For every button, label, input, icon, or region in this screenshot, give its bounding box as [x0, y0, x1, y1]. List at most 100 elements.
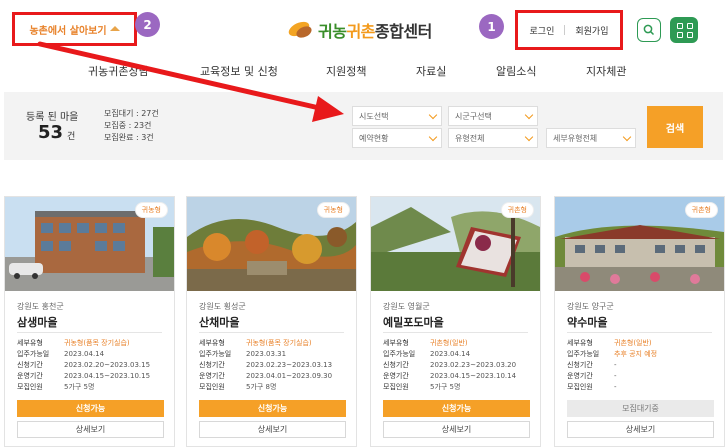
chevron-down-icon	[428, 110, 438, 120]
grid-icon	[677, 23, 683, 29]
logo-text-part3: 종합센터	[374, 22, 432, 41]
registered-unit: 건	[67, 132, 76, 142]
all-menu-button[interactable]	[670, 17, 698, 43]
chevron-down-icon	[622, 132, 632, 142]
nav-item-policy[interactable]: 지원정책	[326, 63, 366, 79]
house-icon	[109, 25, 120, 31]
detail-button[interactable]: 상세보기	[383, 421, 530, 438]
info-key: 세부유형	[199, 339, 225, 347]
village-name[interactable]: 예밀포도마을	[383, 314, 444, 330]
village-region: 강원도 횡성군	[199, 302, 246, 311]
nav-item-consult[interactable]: 귀농귀촌상담	[88, 63, 149, 79]
village-photo[interactable]: 귀촌형	[371, 197, 540, 291]
page: 농촌 에서 살아보기 귀농귀촌종합센터 로그인 회원가입 1 2 귀농귀촌상담 …	[0, 0, 727, 447]
info-value: 5가구 5명	[430, 383, 461, 391]
info-row: 신청기간 -	[567, 360, 717, 371]
recruit-waiting-button[interactable]: 모집대기중	[567, 400, 714, 417]
rural-living-promo-link[interactable]: 농촌 에서 살아보기	[12, 12, 137, 46]
province-select-value: 시도선택	[359, 111, 389, 121]
info-key: 모집인원	[199, 383, 225, 391]
village-photo[interactable]: 귀촌형	[555, 197, 724, 291]
annotation-badge-1: 1	[479, 14, 504, 39]
info-value: -	[614, 361, 617, 369]
nav-item-news[interactable]: 알림소식	[496, 63, 536, 79]
village-card: 귀농형 강원도 횡성군 산채마을 세부유형 귀농형(품목 장기실습) 입주가능일 2…	[186, 196, 357, 447]
info-value: 2023.04.15~2023.10.15	[64, 372, 151, 380]
city-select-value: 시군구선택	[455, 111, 492, 121]
info-row: 세부유형 귀촌형(일반)	[567, 338, 717, 349]
card-divider	[17, 332, 162, 333]
detail-button[interactable]: 상세보기	[199, 421, 346, 438]
detail-button[interactable]: 상세보기	[567, 421, 714, 438]
subtype-select[interactable]: 세부유형전체	[546, 128, 636, 148]
nav-item-education[interactable]: 교육정보 및 신청	[200, 63, 278, 79]
site-logo[interactable]: 귀농귀촌종합센터	[286, 18, 432, 42]
header-search-button[interactable]	[637, 18, 661, 42]
card-divider	[383, 332, 528, 333]
info-row: 모집인원 5가구 5명	[383, 382, 533, 393]
chevron-down-icon	[524, 132, 534, 142]
recruit-stats: 모집대기 : 27건 모집중 : 23건 모집완료 : 3건	[104, 108, 159, 144]
province-select[interactable]: 시도선택	[352, 106, 442, 126]
info-row: 신청기간 2023.02.23~2023.03.20	[383, 360, 533, 371]
info-row: 운영기간 2023.04.01~2023.09.30	[199, 371, 349, 382]
search-filter-panel: 등록 된 마을 53 건 모집대기 : 27건 모집중 : 23건 모집완료 :…	[4, 92, 723, 160]
info-value: 2023.04.14	[64, 350, 105, 358]
info-value: 귀농형(품목 장기실습)	[246, 339, 312, 347]
info-key: 운영기간	[199, 372, 225, 380]
info-key: 세부유형	[567, 339, 593, 347]
info-value: 귀촌형(일반)	[430, 339, 468, 347]
info-value: 5가구 8명	[246, 383, 277, 391]
chevron-down-icon	[428, 132, 438, 142]
info-key: 입주가능일	[199, 350, 232, 358]
info-row: 모집인원 5가구 5명	[17, 382, 167, 393]
info-key: 신청기간	[199, 361, 225, 369]
info-row: 모집인원 -	[567, 382, 717, 393]
info-value: 2023.02.23~2023.03.20	[430, 361, 517, 369]
info-key: 세부유형	[383, 339, 409, 347]
village-photo[interactable]: 귀농형	[187, 197, 356, 291]
logo-text: 귀농귀촌종합센터	[318, 18, 432, 42]
reservation-status-select[interactable]: 예약현황	[352, 128, 442, 148]
subtype-select-value: 세부유형전체	[553, 133, 598, 143]
search-submit-button[interactable]: 검색	[647, 106, 703, 148]
info-row: 신청기간 2023.02.23~2023.03.13	[199, 360, 349, 371]
auth-links: 로그인 회원가입	[515, 10, 623, 50]
info-value: 2023.02.20~2023.03.15	[64, 361, 151, 369]
login-link[interactable]: 로그인	[530, 24, 555, 37]
info-value: 2023.04.15~2023.10.14	[430, 372, 517, 380]
annotation-badge-2: 2	[135, 12, 160, 37]
info-key: 입주가능일	[567, 350, 600, 358]
info-value: 5가구 5명	[64, 383, 95, 391]
logo-leaf-icon	[286, 18, 314, 41]
info-row: 세부유형 귀촌형(일반)	[383, 338, 533, 349]
signup-link[interactable]: 회원가입	[575, 24, 608, 37]
auth-divider	[564, 25, 566, 35]
apply-button[interactable]: 신청가능	[199, 400, 346, 417]
info-value: 추후 공지 예정	[614, 350, 658, 358]
village-name[interactable]: 산채마을	[199, 314, 239, 330]
village-name[interactable]: 삼생마을	[17, 314, 57, 330]
nav-item-local-gov[interactable]: 지자체관	[586, 63, 626, 79]
info-row: 입주가능일 추후 공지 예정	[567, 349, 717, 360]
info-key: 신청기간	[567, 361, 593, 369]
village-region: 강원도 영월군	[383, 302, 430, 311]
main-nav: 귀농귀촌상담 교육정보 및 신청 지원정책 자료실 알림소식 지자체관	[0, 57, 727, 83]
logo-text-part2: 귀촌	[346, 22, 375, 41]
nav-item-archive[interactable]: 자료실	[416, 63, 446, 79]
detail-button[interactable]: 상세보기	[17, 421, 164, 438]
village-info: 세부유형 귀농형(품목 장기실습) 입주가능일 2023.04.14 신청기간 202…	[17, 338, 167, 393]
village-photo[interactable]: 귀농형	[5, 197, 174, 291]
promo-prefix: 농촌	[29, 25, 48, 37]
info-key: 모집인원	[17, 383, 43, 391]
village-name[interactable]: 약수마을	[567, 314, 607, 330]
info-key: 입주가능일	[17, 350, 50, 358]
info-value: 2023.04.14	[430, 350, 471, 358]
city-select[interactable]: 시군구선택	[448, 106, 538, 126]
apply-button[interactable]: 신청가능	[17, 400, 164, 417]
info-row: 운영기간 2023.04.15~2023.10.14	[383, 371, 533, 382]
type-select[interactable]: 유형전체	[448, 128, 538, 148]
stat-closed: 모집완료 : 3건	[104, 133, 154, 142]
info-key: 신청기간	[383, 361, 409, 369]
apply-button[interactable]: 신청가능	[383, 400, 530, 417]
